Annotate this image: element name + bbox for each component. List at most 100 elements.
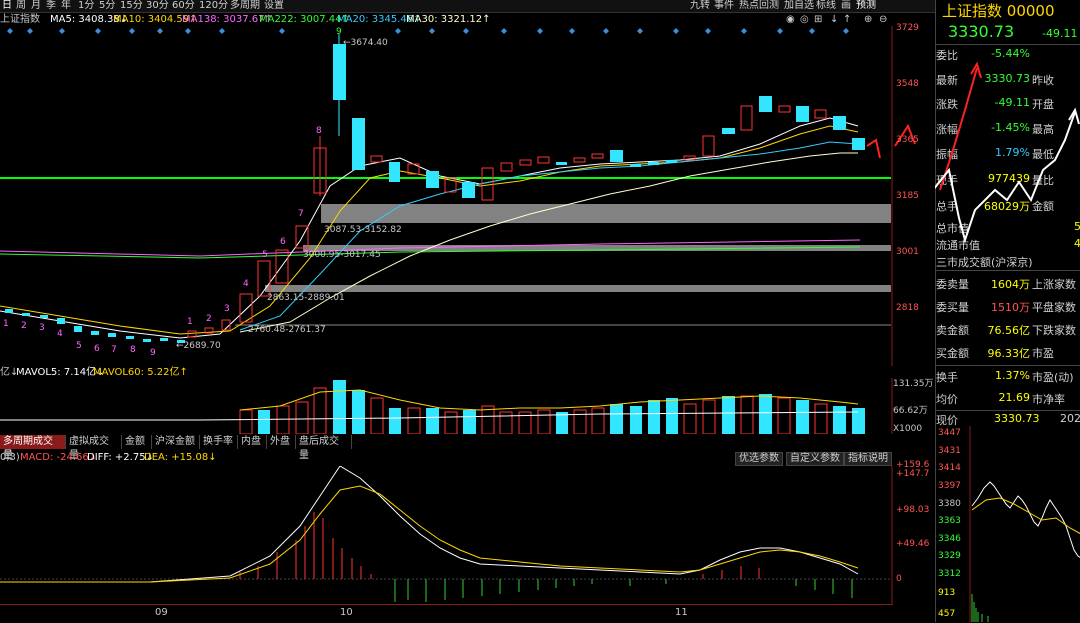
divider [936,44,1080,45]
period-tab-5min[interactable]: 5分 [99,0,115,12]
turn-marker: 1 [3,319,9,329]
tab-inner[interactable]: 内盘 [238,435,267,449]
row-label-2: 下跌家数 [1032,324,1076,337]
macd-chart[interactable] [0,466,893,604]
quote-row: 卖金额 76.56亿 下跌家数 [936,322,1080,344]
turn-marker: 7 [111,345,117,355]
mini-axis-label: 3312 [938,569,961,579]
zoom-in-icon[interactable]: ⊕ [864,13,872,27]
tab-turnover[interactable]: 换手率 [200,435,238,449]
period-tab-60min[interactable]: 60分 [172,0,195,12]
candle [500,162,513,172]
mini-axis-label: 3447 [938,428,961,438]
period-tab-15min[interactable]: 15分 [120,0,143,12]
ma30-line [239,152,858,333]
macd-value: MACD: -24.66↓ [20,452,98,463]
candle [74,326,82,332]
settings-button[interactable]: 设置 [264,0,284,12]
row-label-2: 平盘家数 [1032,301,1076,314]
tab-after-hours-volume[interactable]: 盘后成交量 [296,435,352,461]
mini-chart-year: 2024 [1060,412,1080,425]
draw-line-button[interactable]: 标线 [816,0,836,12]
period-tab-multi[interactable]: 多周期 [230,0,260,12]
tab-multi-volume[interactable]: 多周期成交量 [0,435,66,461]
period-tab-120min[interactable]: 120分 [199,0,228,12]
zone-label-2: 3000.95-3017.45 [303,250,381,260]
zone-band-3 [265,285,891,292]
turn-marker: 5 [262,250,268,260]
period-tab-quarter[interactable]: 季 [46,0,56,12]
period-tab-30min[interactable]: 30分 [146,0,169,12]
tab-virtual-volume[interactable]: 虚拟成交量 [66,435,122,461]
down-arrow-icon[interactable]: ↓ [830,13,838,27]
price-axis-label: 3729 [896,23,919,33]
volume-axis-mid: 66.62万 [893,406,928,416]
custom-params-button[interactable]: 自定义参数 [786,452,844,466]
quote-row: 买金额 96.33亿 市盈 [936,345,1080,367]
mini-axis-label: 457 [938,609,956,619]
candle [702,135,715,157]
eye-icon[interactable]: ◉ [786,13,795,27]
event-button[interactable]: 事件 [714,0,734,12]
add-watchlist-button[interactable]: 加自选 [784,0,814,12]
indicator-help-button[interactable]: 指标说明 [844,452,892,466]
quote-row: 换手 1.37% 市盈(动) [936,369,1080,391]
optimal-params-button[interactable]: 优选参数 [735,452,783,466]
up-arrow-icon[interactable]: ↑ [843,13,851,27]
nine-turn-button[interactable]: 九转 [690,0,710,12]
candle [481,167,494,201]
mini-axis-label: 3414 [938,463,961,473]
row-label: 均价 [936,393,958,406]
date-label: 09 [155,607,168,618]
current-price: 3330.73 [948,22,1015,41]
period-tab-week[interactable]: 周 [16,0,26,12]
index-title: 上证指数 00000 [942,2,1055,20]
candle [852,138,865,150]
low-label: ←2689.70 [176,341,221,351]
prediction-button[interactable]: 预测 [856,0,876,12]
macd-histogram [239,512,853,602]
dea-value: DEA: +15.08↓ [144,452,217,463]
candle [610,150,623,162]
candle [722,128,735,134]
candle [426,171,439,188]
hot-backtest-button[interactable]: 热点回测 [739,0,779,12]
candle [537,156,550,164]
macd-axis-label: +147.7 [896,469,930,479]
volume-chart[interactable] [0,378,893,434]
price-axis-label: 2818 [896,303,919,313]
candle [91,331,99,335]
ma-legend-title: 上证指数 [0,14,40,25]
mini-axis-label: 3431 [938,446,961,456]
ma-legend: 上证指数 MA5: 3408.38↓ MA10: 3404.59↑ MA138:… [0,13,935,27]
candlestick-chart[interactable] [0,26,935,366]
volume-bars [239,380,865,434]
period-tab-1min[interactable]: 1分 [78,0,94,12]
period-tab-year[interactable]: 年 [61,0,71,12]
row-value: 1510万 [991,301,1030,314]
turn-marker: 3 [224,304,230,314]
ma5-line [0,117,859,339]
row-label-2: 市盈(动) [1032,371,1074,384]
tab-amount[interactable]: 金额 [122,435,152,449]
tab-outer[interactable]: 外盘 [267,435,296,449]
draw-button[interactable]: 画 [841,0,851,12]
candle [591,153,604,159]
price-axis-label: 3001 [896,247,919,257]
eye-off-icon[interactable]: ◎ [800,13,809,27]
row-value: 21.69 [998,391,1031,404]
lock-icon[interactable]: ⊞ [814,13,822,27]
turn-marker: 9 [336,27,342,37]
turn-marker: 8 [130,345,136,355]
period-tab-day[interactable]: 日 [2,0,12,12]
signal-markers [7,28,849,34]
candle [160,338,168,341]
zoom-out-icon[interactable]: ⊖ [879,13,887,27]
turn-marker: 2 [21,321,27,331]
macd-axis-label: 0 [896,574,902,584]
tab-sh-sz-amount[interactable]: 沪深金额 [152,435,200,449]
turn-marker: 8 [316,126,322,136]
period-tab-month[interactable]: 月 [31,0,41,12]
macd-axis-label: +98.03 [896,505,930,515]
forecast-arrow-red [866,138,881,159]
